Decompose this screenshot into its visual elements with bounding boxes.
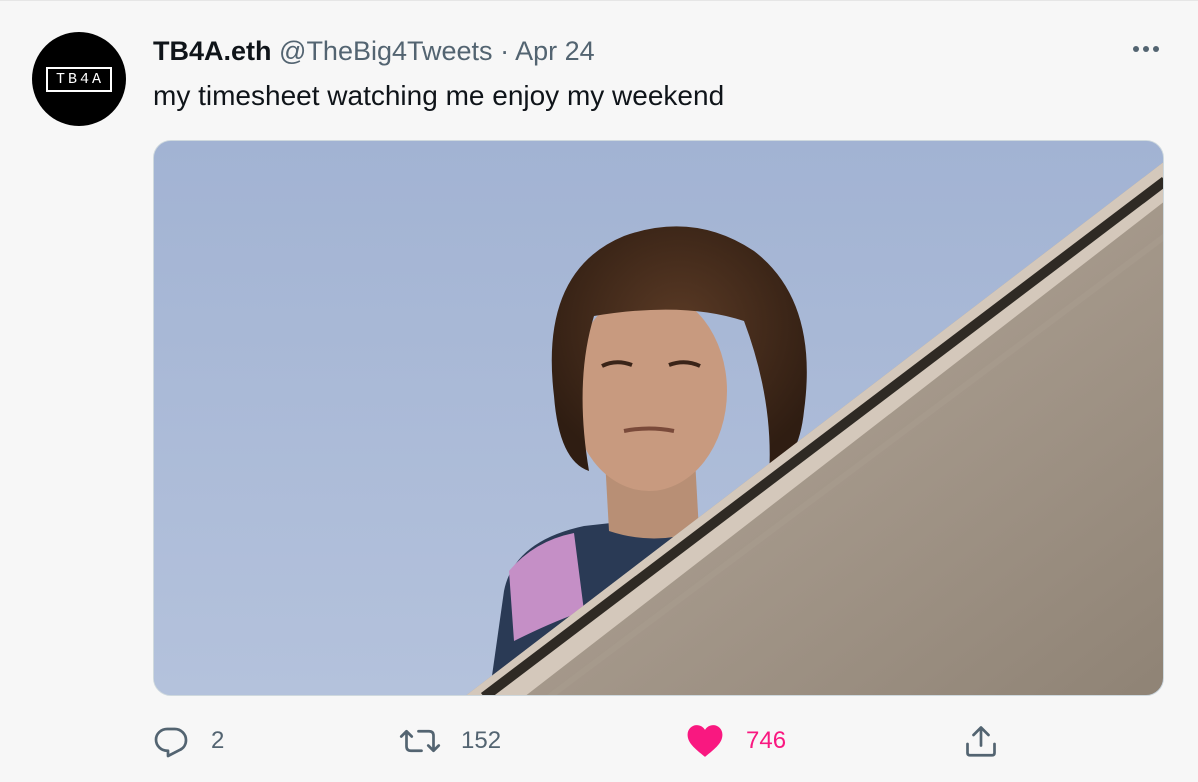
tweet-card[interactable]: TB4A TB4A.eth @TheBig4Tweets · Apr 24 my… xyxy=(0,0,1198,782)
display-name[interactable]: TB4A.eth xyxy=(153,36,272,66)
reply-count: 2 xyxy=(211,727,225,754)
user-handle[interactable]: @TheBig4Tweets xyxy=(279,36,493,66)
avatar[interactable]: TB4A xyxy=(32,32,126,126)
tweet-header: TB4A.eth @TheBig4Tweets · Apr 24 xyxy=(153,35,595,67)
reply-icon xyxy=(154,727,188,758)
heart-icon xyxy=(687,725,723,757)
more-icon[interactable] xyxy=(1126,35,1166,63)
separator-dot: · xyxy=(500,36,510,66)
media-photo-illustration xyxy=(154,141,1163,695)
tweet-text: my timesheet watching me enjoy my weeken… xyxy=(153,80,725,111)
tweet-media-image[interactable] xyxy=(153,140,1164,696)
share-icon xyxy=(966,726,996,757)
tweet-date[interactable]: Apr 24 xyxy=(515,36,595,66)
retweet-button[interactable]: 152 xyxy=(399,719,501,763)
share-button[interactable] xyxy=(963,719,999,763)
like-button[interactable]: 746 xyxy=(686,719,786,763)
reply-button[interactable]: 2 xyxy=(153,719,224,763)
like-count: 746 xyxy=(746,727,787,754)
retweet-count: 152 xyxy=(461,727,502,754)
tweet-actions: 2 152 746 xyxy=(153,719,1053,763)
avatar-logo-text: TB4A xyxy=(45,66,112,92)
retweet-icon xyxy=(399,729,441,753)
